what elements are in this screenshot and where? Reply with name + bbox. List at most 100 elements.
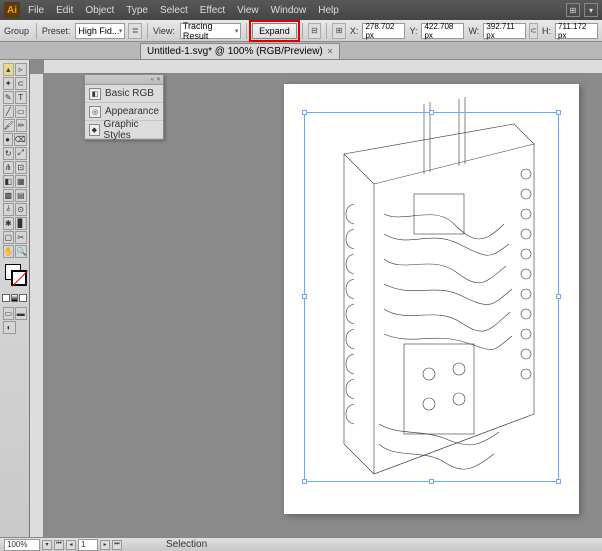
h-label: H: [542,26,551,36]
w-input[interactable]: 392.711 px [483,23,526,39]
pencil-tool[interactable]: ✏ [16,119,27,132]
handle-top-mid[interactable] [429,110,434,115]
pen-tool[interactable]: ✎ [3,91,15,104]
graphic-styles-icon: ◆ [89,124,100,136]
zoom-input[interactable]: 100% [4,539,40,551]
slice-tool[interactable]: ✂ [15,231,27,244]
handle-mid-right[interactable] [556,294,561,299]
ruler-horizontal [44,60,602,74]
lasso-tool[interactable]: ⊂ [15,77,27,90]
y-label: Y: [409,26,417,36]
document-tab[interactable]: Untitled-1.svg* @ 100% (RGB/Preview) ✕ [140,43,340,59]
appearance-icon: ◎ [89,106,101,118]
panel-header[interactable]: «✕ [85,75,163,85]
gradient-tool[interactable]: ▤ [15,189,27,202]
rectangle-tool[interactable]: ▭ [15,105,27,118]
paintbrush-tool[interactable]: 🖌 [3,119,15,132]
w-label: W: [468,26,479,36]
width-tool[interactable]: ⋔ [3,161,15,174]
h-input[interactable]: 711.172 px [555,23,598,39]
eraser-tool[interactable]: ⌫ [14,133,27,146]
stroke-swatch[interactable] [11,270,27,286]
line-tool[interactable]: ╱ [3,105,15,118]
tracing-options-icon[interactable]: ≣ [128,23,142,39]
handle-top-right[interactable] [556,110,561,115]
prev-artboard-icon[interactable]: ◂ [66,540,76,550]
handle-mid-left[interactable] [302,294,307,299]
doc-profile-icon: ◧ [89,88,101,100]
preset-label: Preset: [42,26,71,36]
align-icon[interactable]: ⊟ [308,23,322,39]
menu-view[interactable]: View [237,5,259,16]
view-select[interactable]: Tracing Result [180,23,241,39]
canvas[interactable]: «✕ ◧Basic RGB ◎Appearance ◆Graphic Style… [44,74,602,537]
next-artboard-icon[interactable]: ▸ [100,540,110,550]
symbol-sprayer-tool[interactable]: ✱ [3,217,15,230]
last-artboard-icon[interactable]: ⏭ [112,540,122,550]
menu-window[interactable]: Window [271,5,307,16]
shape-builder-tool[interactable]: ◧ [3,175,15,188]
color-mode-icon[interactable] [2,294,10,302]
panel-row-doc-profile[interactable]: ◧ Basic RGB [85,85,163,103]
ruler-vertical [30,74,44,537]
eyedropper-tool[interactable]: ⫰ [3,203,15,216]
document-tab-bar: Untitled-1.svg* @ 100% (RGB/Preview) ✕ [0,42,602,60]
menu-type[interactable]: Type [126,5,148,16]
canvas-area: «✕ ◧Basic RGB ◎Appearance ◆Graphic Style… [30,60,602,537]
link-wh-icon[interactable]: ⊂ [529,23,538,39]
y-input[interactable]: 422.708 px [421,23,464,39]
close-icon[interactable]: ✕ [327,47,334,56]
status-mode: Selection [166,539,207,550]
artboard-num[interactable]: 1 [78,539,98,551]
draw-mode-icon[interactable]: ◐ [3,321,16,334]
menu-select[interactable]: Select [160,5,188,16]
panel-label: Basic RGB [105,88,154,99]
hand-tool[interactable]: ✋ [3,245,15,258]
screen-mode-full[interactable]: ▬ [15,307,27,320]
workspace-switcher-icon[interactable]: ⊞ [566,3,580,17]
none-mode-icon[interactable] [19,294,27,302]
tools-panel: ▴▹ ✦⊂ ✎T ╱▭ 🖌✏ ●⌫ ↻⤢ ⋔⊡ ◧▦ ▩▤ ⫰⊙ ✱▊ ▢✂ ✋… [0,60,30,537]
gradient-mode-icon[interactable] [11,294,19,302]
menu-object[interactable]: Object [85,5,114,16]
preset-select[interactable]: High Fid... [75,23,125,39]
menu-file[interactable]: File [28,5,44,16]
screen-mode-normal[interactable]: ▭ [3,307,15,320]
control-bar: Group Preset: High Fid... ≣ View: Tracin… [0,20,602,42]
selection-tool[interactable]: ▴ [3,63,15,76]
panel-row-graphic-styles[interactable]: ◆ Graphic Styles [85,121,163,139]
rotate-tool[interactable]: ↻ [3,147,15,160]
direct-selection-tool[interactable]: ▹ [15,63,27,76]
artboard-tool[interactable]: ▢ [3,231,15,244]
x-input[interactable]: 278.702 px [362,23,405,39]
expand-button[interactable]: Expand [252,23,297,39]
mesh-tool[interactable]: ▩ [3,189,15,202]
panel-label: Graphic Styles [104,119,159,141]
workspace: ▴▹ ✦⊂ ✎T ╱▭ 🖌✏ ●⌫ ↻⤢ ⋔⊡ ◧▦ ▩▤ ⫰⊙ ✱▊ ▢✂ ✋… [0,60,602,537]
panel-collapse-icon[interactable]: « [151,77,154,83]
transform-icon[interactable]: ⊞ [332,23,346,39]
free-transform-tool[interactable]: ⊡ [15,161,27,174]
panel-close-icon[interactable]: ✕ [156,76,161,83]
handle-bot-right[interactable] [556,479,561,484]
blend-tool[interactable]: ⊙ [15,203,27,216]
perspective-tool[interactable]: ▦ [15,175,27,188]
magic-wand-tool[interactable]: ✦ [3,77,15,90]
status-bar: 100% ▾ ⏮ ◂ 1 ▸ ⏭ Selection [0,537,602,551]
arrange-docs-icon[interactable]: ▾ [584,3,598,17]
floating-panel[interactable]: «✕ ◧Basic RGB ◎Appearance ◆Graphic Style… [84,74,164,140]
menu-help[interactable]: Help [318,5,339,16]
zoom-tool[interactable]: 🔍 [15,245,27,258]
handle-bot-left[interactable] [302,479,307,484]
handle-top-left[interactable] [302,110,307,115]
scale-tool[interactable]: ⤢ [15,147,27,160]
type-tool[interactable]: T [15,91,27,104]
graph-tool[interactable]: ▊ [15,217,27,230]
zoom-dropdown-icon[interactable]: ▾ [42,540,52,550]
handle-bot-mid[interactable] [429,479,434,484]
menu-edit[interactable]: Edit [56,5,73,16]
fill-stroke-swatches[interactable] [2,264,27,292]
menu-effect[interactable]: Effect [200,5,225,16]
first-artboard-icon[interactable]: ⏮ [54,540,64,550]
blob-brush-tool[interactable]: ● [3,133,13,146]
